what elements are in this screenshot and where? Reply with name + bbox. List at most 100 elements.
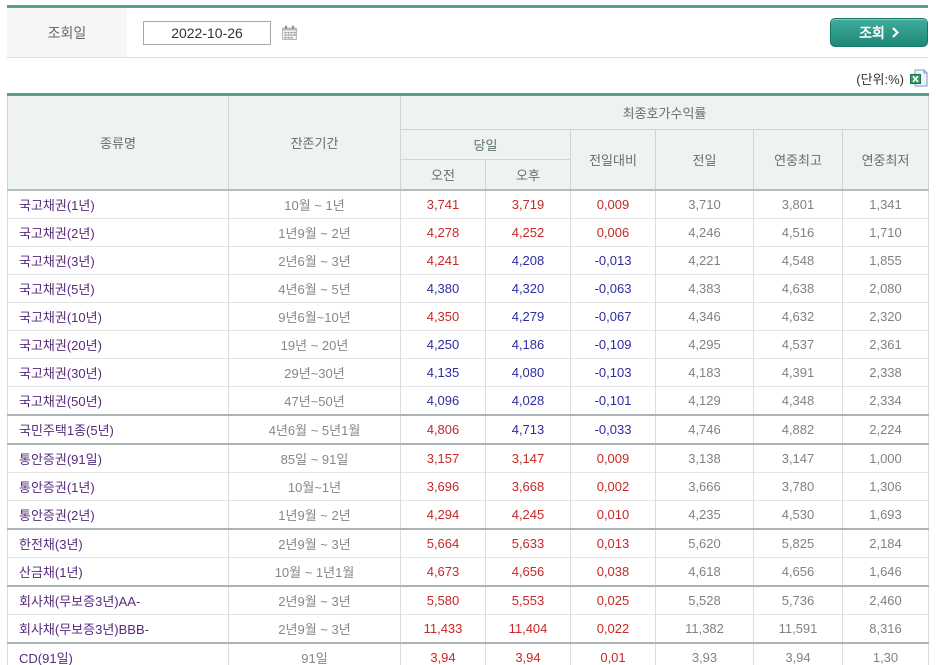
prev-cell: 3,138 (655, 443, 754, 473)
pm-cell: 3,668 (485, 472, 571, 501)
period-cell: 2년9월 ~ 3년 (228, 614, 401, 643)
pm-cell: 4,713 (485, 414, 571, 444)
unit-row: (단위:%) (7, 58, 928, 93)
table-row: 산금채(1년) 10월 ~ 1년1월 4,673 4,656 0,038 4,6… (7, 557, 930, 586)
am-cell: 4,294 (400, 500, 486, 529)
date-input[interactable] (143, 20, 271, 45)
table-row: 국고채권(50년) 47년~50년 4,096 4,028 -0,101 4,1… (7, 386, 930, 415)
table-row: 국고채권(20년) 19년 ~ 20년 4,250 4,186 -0,109 4… (7, 330, 930, 359)
low-cell: 2,080 (841, 274, 930, 303)
am-cell: 4,806 (400, 414, 486, 444)
high-cell: 5,736 (753, 585, 843, 615)
pm-cell: 4,656 (485, 557, 571, 586)
diff-cell: -0,109 (570, 330, 656, 359)
diff-cell: 0,022 (570, 614, 656, 643)
diff-cell: 0,013 (570, 528, 656, 558)
name-cell: 국고채권(1년) (7, 189, 229, 219)
high-cell: 3,94 (753, 642, 843, 665)
name-cell: 통안증권(1년) (7, 472, 229, 501)
am-cell: 4,673 (400, 557, 486, 586)
low-cell: 1,855 (841, 246, 930, 275)
table-row: 통안증권(2년) 1년9월 ~ 2년 4,294 4,245 0,010 4,2… (7, 500, 930, 529)
table-row: 국고채권(5년) 4년6월 ~ 5년 4,380 4,320 -0,063 4,… (7, 274, 930, 303)
high-cell: 3,780 (753, 472, 843, 501)
period-cell: 9년6월~10년 (228, 302, 401, 331)
name-cell: 통안증권(2년) (7, 500, 229, 529)
prev-cell: 3,93 (655, 642, 754, 665)
query-date-label: 조회일 (47, 24, 87, 41)
name-cell: 회사채(무보증3년)BBB- (7, 614, 229, 643)
period-cell: 10월 ~ 1년 (228, 189, 401, 219)
prev-cell: 4,618 (655, 557, 754, 586)
period-cell: 2년6월 ~ 3년 (228, 246, 401, 275)
header-pm: 오후 (485, 159, 571, 191)
header-type-name: 종류명 (7, 94, 229, 191)
high-cell: 4,537 (753, 330, 843, 359)
period-cell: 4년6월 ~ 5년1월 (228, 414, 401, 444)
header-final-yield-group: 최종호가수익률 (399, 94, 930, 130)
low-cell: 1,306 (841, 472, 930, 501)
low-cell: 2,460 (841, 585, 930, 615)
diff-cell: -0,103 (570, 358, 656, 387)
am-cell: 4,350 (400, 302, 486, 331)
pm-cell: 4,320 (485, 274, 571, 303)
diff-cell: 0,002 (570, 472, 656, 501)
header-year-low: 연중최저 (841, 129, 930, 191)
prev-cell: 4,383 (655, 274, 754, 303)
name-cell: 국고채권(10년) (7, 302, 229, 331)
period-cell: 1년9월 ~ 2년 (228, 218, 401, 247)
low-cell: 8,316 (841, 614, 930, 643)
am-cell: 4,135 (400, 358, 486, 387)
high-cell: 4,516 (753, 218, 843, 247)
prev-cell: 4,235 (655, 500, 754, 529)
prev-cell: 5,620 (655, 528, 754, 558)
low-cell: 2,224 (841, 414, 930, 444)
search-button[interactable]: 조회 (830, 18, 928, 47)
high-cell: 4,348 (753, 386, 843, 415)
pm-cell: 4,186 (485, 330, 571, 359)
yield-table-body: 국고채권(1년) 10월 ~ 1년 3,741 3,719 0,009 3,71… (7, 189, 930, 665)
prev-cell: 4,246 (655, 218, 754, 247)
table-row: 회사채(무보증3년)BBB- 2년9월 ~ 3년 11,433 11,404 0… (7, 614, 930, 643)
prev-cell: 4,295 (655, 330, 754, 359)
am-cell: 3,696 (400, 472, 486, 501)
pm-cell: 4,252 (485, 218, 571, 247)
chevron-right-icon (892, 27, 899, 38)
excel-export-icon[interactable] (909, 69, 928, 87)
prev-cell: 4,129 (655, 386, 754, 415)
am-cell: 4,096 (400, 386, 486, 415)
pm-cell: 3,147 (485, 443, 571, 473)
pm-cell: 4,028 (485, 386, 571, 415)
prev-cell: 4,183 (655, 358, 754, 387)
diff-cell: 0,025 (570, 585, 656, 615)
period-cell: 2년9월 ~ 3년 (228, 585, 401, 615)
table-row: 국고채권(3년) 2년6월 ~ 3년 4,241 4,208 -0,013 4,… (7, 246, 930, 275)
prev-cell: 11,382 (655, 614, 754, 643)
pm-cell: 3,719 (485, 189, 571, 219)
name-cell: 국고채권(20년) (7, 330, 229, 359)
yield-table-header: 종류명 잔존기간 최종호가수익률 당일 전일대비 전일 연중최고 연중최저 오전… (7, 94, 930, 191)
header-same-day: 당일 (400, 129, 571, 160)
am-cell: 3,741 (400, 189, 486, 219)
pm-cell: 3,94 (485, 642, 571, 665)
table-row: 국고채권(1년) 10월 ~ 1년 3,741 3,719 0,009 3,71… (7, 189, 930, 219)
diff-cell: 0,009 (570, 443, 656, 473)
table-row: 국민주택1종(5년) 4년6월 ~ 5년1월 4,806 4,713 -0,03… (7, 414, 930, 444)
prev-cell: 3,710 (655, 189, 754, 219)
high-cell: 4,638 (753, 274, 843, 303)
diff-cell: -0,067 (570, 302, 656, 331)
table-row: 국고채권(30년) 29년~30년 4,135 4,080 -0,103 4,1… (7, 358, 930, 387)
period-cell: 91일 (228, 642, 401, 665)
am-cell: 11,433 (400, 614, 486, 643)
name-cell: 국민주택1종(5년) (7, 414, 229, 444)
calendar-icon[interactable] (281, 25, 298, 41)
name-cell: 회사채(무보증3년)AA- (7, 585, 229, 615)
period-cell: 4년6월 ~ 5년 (228, 274, 401, 303)
low-cell: 2,361 (841, 330, 930, 359)
header-vs-previous-day: 전일대비 (570, 129, 656, 191)
query-input-area (143, 20, 298, 45)
high-cell: 4,632 (753, 302, 843, 331)
low-cell: 2,338 (841, 358, 930, 387)
low-cell: 1,710 (841, 218, 930, 247)
name-cell: 산금채(1년) (7, 557, 229, 586)
